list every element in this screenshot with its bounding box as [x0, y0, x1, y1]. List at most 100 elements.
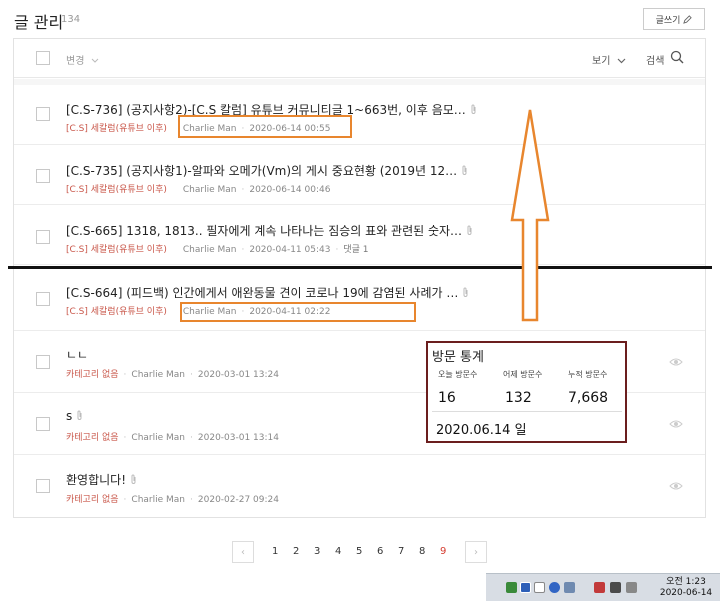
post-author: Charlie Man: [131, 495, 186, 505]
page-link[interactable]: 3: [314, 546, 320, 557]
write-label: 글쓰기: [655, 15, 681, 26]
volume-icon[interactable]: [626, 582, 637, 593]
post-category[interactable]: 카테고리 없음: [66, 370, 119, 380]
row-checkbox[interactable]: [36, 417, 50, 431]
post-date: 2020-06-14 00:46: [249, 185, 331, 195]
ime-icon[interactable]: [520, 582, 531, 593]
post-date: 2020-02-27 09:24: [197, 495, 279, 505]
search-icon[interactable]: [670, 50, 684, 64]
search-button[interactable]: 검색: [646, 52, 664, 67]
post-meta: [C.S] 세칼럼(유튜브 이후) Charlie Man · 2020-04-11 …: [66, 245, 369, 255]
stats-date: 2020.06.14 일: [436, 423, 527, 438]
stats-title: 방문 통계: [432, 350, 484, 365]
row-checkbox[interactable]: [36, 292, 50, 306]
page-link[interactable]: 5: [356, 546, 362, 557]
comment-count[interactable]: 댓글 1: [343, 245, 368, 255]
page-title: 글 관리: [14, 13, 64, 32]
page-link-active[interactable]: 9: [440, 546, 446, 557]
post-author: Charlie Man: [131, 370, 186, 380]
help-icon[interactable]: [549, 582, 560, 593]
post-author: Charlie Man: [182, 245, 237, 255]
table-row[interactable]: [C.S-664] (피드백) 인간에게서 애완동물 견이 코로나 19에 감염…: [14, 271, 705, 331]
select-all-checkbox[interactable]: [36, 51, 50, 65]
table-row[interactable]: [C.S-735] (공지사항1)-알파와 오메가(Vm)의 게시 중요현황 (…: [14, 145, 705, 205]
next-page-button[interactable]: ›: [465, 541, 487, 563]
yesterday-label: 어제 방문수: [503, 370, 543, 379]
post-title[interactable]: [C.S-664] (피드백) 인간에게서 애완동물 견이 코로나 19에 감염…: [66, 284, 469, 301]
total-label: 누적 방문수: [568, 370, 608, 379]
post-title[interactable]: [C.S-665] 1318, 1813.. 필자에게 계속 나타나는 짐승의 …: [66, 222, 473, 239]
row-checkbox[interactable]: [36, 479, 50, 493]
post-category[interactable]: [C.S] 세칼럼(유튜브 이후): [66, 124, 167, 134]
post-title[interactable]: ㄴㄴ: [66, 346, 88, 363]
page-link[interactable]: 8: [419, 546, 425, 557]
page-link[interactable]: 6: [377, 546, 383, 557]
row-checkbox[interactable]: [36, 107, 50, 121]
post-meta: 카테고리 없음 · Charlie Man · 2020-03-01 13:24: [66, 370, 279, 380]
network-icon[interactable]: [506, 582, 517, 593]
highlight-box: [178, 115, 352, 138]
change-label: 변경: [66, 56, 85, 67]
attachment-icon: [462, 165, 467, 175]
total-count: 7,668: [568, 390, 609, 406]
post-title[interactable]: s: [66, 409, 83, 423]
clock-time: 오전 1:23: [666, 577, 706, 587]
post-title[interactable]: [C.S-735] (공지사항1)-알파와 오메가(Vm)의 게시 중요현황 (…: [66, 162, 468, 179]
attachment-icon: [77, 410, 82, 420]
attachment-icon: [463, 287, 468, 297]
stats-divider: [432, 411, 622, 412]
write-button[interactable]: 글쓰기: [643, 8, 705, 30]
view-dropdown[interactable]: 보기: [592, 52, 626, 67]
eye-icon[interactable]: [669, 419, 683, 429]
page-link[interactable]: 4: [335, 546, 341, 557]
post-date: 2020-03-01 13:14: [197, 433, 279, 443]
highlight-box: [180, 302, 416, 322]
annotation-divider: [8, 266, 712, 269]
table-row[interactable]: 환영합니다! 카테고리 없음 · Charlie Man · 2020-02-27 09…: [14, 455, 705, 517]
change-dropdown[interactable]: 변경: [66, 52, 99, 67]
page-header: 글 관리 134 글쓰기: [0, 0, 720, 38]
system-tray: 오전 1:23 2020-06-14: [486, 573, 720, 601]
prev-page-button[interactable]: ‹: [232, 541, 254, 563]
display-icon[interactable]: [610, 582, 621, 593]
attachment-icon: [471, 104, 476, 114]
post-title[interactable]: 환영합니다!: [66, 471, 137, 488]
post-meta: [C.S] 세칼럼(유튜브 이후) Charlie Man · 2020-06-14 …: [66, 185, 331, 195]
table-row[interactable]: [C.S-736] (공지사항2)-[C.S 칼럼] 유튜브 커뮤니티글 1~6…: [14, 85, 705, 145]
table-row[interactable]: [C.S-665] 1318, 1813.. 필자에게 계속 나타나는 짐승의 …: [14, 205, 705, 265]
post-author: Charlie Man: [182, 185, 237, 195]
settings-icon[interactable]: [564, 582, 575, 593]
eye-icon[interactable]: [669, 357, 683, 367]
post-count: 134: [61, 14, 81, 25]
chevron-down-icon: [91, 58, 98, 63]
up-arrow-icon: [510, 109, 550, 322]
post-date: 2020-03-01 13:24: [197, 370, 279, 380]
row-checkbox[interactable]: [36, 355, 50, 369]
attachment-icon: [467, 225, 472, 235]
post-category[interactable]: [C.S] 세칼럼(유튜브 이후): [66, 307, 167, 317]
page-link[interactable]: 7: [398, 546, 404, 557]
post-category[interactable]: 카테고리 없음: [66, 495, 119, 505]
clock[interactable]: 오전 1:23 2020-06-14: [656, 577, 716, 599]
yesterday-count: 132: [505, 390, 532, 406]
row-checkbox[interactable]: [36, 230, 50, 244]
post-meta: 카테고리 없음 · Charlie Man · 2020-03-01 13:14: [66, 433, 279, 443]
page-link[interactable]: 1: [272, 546, 278, 557]
pencil-icon: [683, 14, 693, 24]
input-mode-icon[interactable]: [534, 582, 545, 593]
flag-icon[interactable]: [594, 582, 605, 593]
eye-icon[interactable]: [669, 481, 683, 491]
post-date: 2020-04-11 05:43: [249, 245, 331, 255]
pagination: ‹ 1 2 3 4 5 6 7 8 9 ›: [232, 541, 487, 563]
post-board: 변경 보기 검색 [C.S-736] (공지사항2)-[C.S 칼럼] 유튜브 …: [13, 38, 706, 518]
post-category[interactable]: [C.S] 세칼럼(유튜브 이후): [66, 185, 167, 195]
post-meta: 카테고리 없음 · Charlie Man · 2020-02-27 09:24: [66, 495, 279, 505]
page-link[interactable]: 2: [293, 546, 299, 557]
post-category[interactable]: 카테고리 없음: [66, 433, 119, 443]
visit-stats-panel: 방문 통계 오늘 방문수 어제 방문수 누적 방문수 16 132 7,668 …: [426, 341, 627, 443]
row-checkbox[interactable]: [36, 169, 50, 183]
post-category[interactable]: [C.S] 세칼럼(유튜브 이후): [66, 245, 167, 255]
post-author: Charlie Man: [131, 433, 186, 443]
today-count: 16: [438, 390, 456, 406]
today-label: 오늘 방문수: [438, 370, 478, 379]
